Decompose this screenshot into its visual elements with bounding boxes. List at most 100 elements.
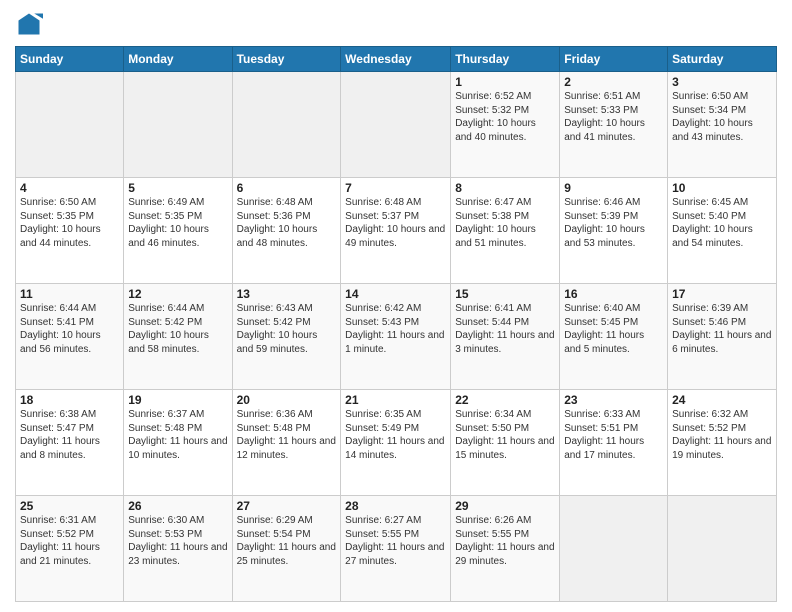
day-info: Sunrise: 6:50 AMSunset: 5:34 PMDaylight:… <box>672 90 772 144</box>
day-info: Sunrise: 6:44 AMSunset: 5:42 PMDaylight:… <box>128 302 227 356</box>
day-info: Sunrise: 6:39 AMSunset: 5:46 PMDaylight:… <box>672 302 772 356</box>
calendar-cell: 11Sunrise: 6:44 AMSunset: 5:41 PMDayligh… <box>16 284 124 390</box>
day-info: Sunrise: 6:33 AMSunset: 5:51 PMDaylight:… <box>564 408 663 462</box>
day-number: 11 <box>20 287 119 301</box>
day-number: 16 <box>564 287 663 301</box>
calendar-day-header: Wednesday <box>341 47 451 72</box>
day-number: 25 <box>20 499 119 513</box>
day-info: Sunrise: 6:42 AMSunset: 5:43 PMDaylight:… <box>345 302 446 356</box>
calendar-cell: 23Sunrise: 6:33 AMSunset: 5:51 PMDayligh… <box>560 390 668 496</box>
calendar-cell: 6Sunrise: 6:48 AMSunset: 5:36 PMDaylight… <box>232 178 341 284</box>
day-number: 21 <box>345 393 446 407</box>
day-number: 22 <box>455 393 555 407</box>
calendar-cell <box>124 72 232 178</box>
calendar-day-header: Sunday <box>16 47 124 72</box>
calendar-cell: 28Sunrise: 6:27 AMSunset: 5:55 PMDayligh… <box>341 496 451 602</box>
day-number: 6 <box>237 181 337 195</box>
calendar-cell <box>560 496 668 602</box>
day-number: 23 <box>564 393 663 407</box>
calendar-cell: 25Sunrise: 6:31 AMSunset: 5:52 PMDayligh… <box>16 496 124 602</box>
day-number: 18 <box>20 393 119 407</box>
calendar-day-header: Tuesday <box>232 47 341 72</box>
day-number: 3 <box>672 75 772 89</box>
day-number: 14 <box>345 287 446 301</box>
day-number: 15 <box>455 287 555 301</box>
calendar-cell: 1Sunrise: 6:52 AMSunset: 5:32 PMDaylight… <box>451 72 560 178</box>
day-info: Sunrise: 6:26 AMSunset: 5:55 PMDaylight:… <box>455 514 555 568</box>
day-number: 2 <box>564 75 663 89</box>
calendar-cell: 8Sunrise: 6:47 AMSunset: 5:38 PMDaylight… <box>451 178 560 284</box>
calendar-cell: 5Sunrise: 6:49 AMSunset: 5:35 PMDaylight… <box>124 178 232 284</box>
day-number: 1 <box>455 75 555 89</box>
calendar-cell: 20Sunrise: 6:36 AMSunset: 5:48 PMDayligh… <box>232 390 341 496</box>
calendar-cell: 9Sunrise: 6:46 AMSunset: 5:39 PMDaylight… <box>560 178 668 284</box>
calendar-day-header: Thursday <box>451 47 560 72</box>
calendar-cell: 10Sunrise: 6:45 AMSunset: 5:40 PMDayligh… <box>668 178 777 284</box>
day-number: 10 <box>672 181 772 195</box>
day-info: Sunrise: 6:41 AMSunset: 5:44 PMDaylight:… <box>455 302 555 356</box>
calendar-day-header: Friday <box>560 47 668 72</box>
calendar-cell: 19Sunrise: 6:37 AMSunset: 5:48 PMDayligh… <box>124 390 232 496</box>
day-info: Sunrise: 6:30 AMSunset: 5:53 PMDaylight:… <box>128 514 227 568</box>
day-info: Sunrise: 6:31 AMSunset: 5:52 PMDaylight:… <box>20 514 119 568</box>
day-info: Sunrise: 6:51 AMSunset: 5:33 PMDaylight:… <box>564 90 663 144</box>
calendar-cell: 13Sunrise: 6:43 AMSunset: 5:42 PMDayligh… <box>232 284 341 390</box>
day-number: 28 <box>345 499 446 513</box>
calendar-cell: 2Sunrise: 6:51 AMSunset: 5:33 PMDaylight… <box>560 72 668 178</box>
day-number: 26 <box>128 499 227 513</box>
day-number: 27 <box>237 499 337 513</box>
day-info: Sunrise: 6:48 AMSunset: 5:37 PMDaylight:… <box>345 196 446 250</box>
calendar-day-header: Saturday <box>668 47 777 72</box>
day-info: Sunrise: 6:29 AMSunset: 5:54 PMDaylight:… <box>237 514 337 568</box>
day-info: Sunrise: 6:46 AMSunset: 5:39 PMDaylight:… <box>564 196 663 250</box>
calendar-cell <box>16 72 124 178</box>
calendar-cell: 18Sunrise: 6:38 AMSunset: 5:47 PMDayligh… <box>16 390 124 496</box>
day-info: Sunrise: 6:36 AMSunset: 5:48 PMDaylight:… <box>237 408 337 462</box>
day-number: 20 <box>237 393 337 407</box>
calendar-cell: 14Sunrise: 6:42 AMSunset: 5:43 PMDayligh… <box>341 284 451 390</box>
day-number: 29 <box>455 499 555 513</box>
logo <box>15 10 47 38</box>
day-number: 7 <box>345 181 446 195</box>
day-info: Sunrise: 6:49 AMSunset: 5:35 PMDaylight:… <box>128 196 227 250</box>
day-info: Sunrise: 6:35 AMSunset: 5:49 PMDaylight:… <box>345 408 446 462</box>
calendar-cell: 27Sunrise: 6:29 AMSunset: 5:54 PMDayligh… <box>232 496 341 602</box>
day-number: 4 <box>20 181 119 195</box>
calendar-cell: 24Sunrise: 6:32 AMSunset: 5:52 PMDayligh… <box>668 390 777 496</box>
calendar-cell: 26Sunrise: 6:30 AMSunset: 5:53 PMDayligh… <box>124 496 232 602</box>
calendar-cell <box>341 72 451 178</box>
calendar-cell: 7Sunrise: 6:48 AMSunset: 5:37 PMDaylight… <box>341 178 451 284</box>
calendar-cell: 22Sunrise: 6:34 AMSunset: 5:50 PMDayligh… <box>451 390 560 496</box>
day-number: 24 <box>672 393 772 407</box>
day-info: Sunrise: 6:43 AMSunset: 5:42 PMDaylight:… <box>237 302 337 356</box>
logo-icon <box>15 10 43 38</box>
day-info: Sunrise: 6:48 AMSunset: 5:36 PMDaylight:… <box>237 196 337 250</box>
day-info: Sunrise: 6:50 AMSunset: 5:35 PMDaylight:… <box>20 196 119 250</box>
day-number: 17 <box>672 287 772 301</box>
day-info: Sunrise: 6:44 AMSunset: 5:41 PMDaylight:… <box>20 302 119 356</box>
calendar-cell: 3Sunrise: 6:50 AMSunset: 5:34 PMDaylight… <box>668 72 777 178</box>
day-info: Sunrise: 6:52 AMSunset: 5:32 PMDaylight:… <box>455 90 555 144</box>
calendar-cell <box>232 72 341 178</box>
calendar-cell: 4Sunrise: 6:50 AMSunset: 5:35 PMDaylight… <box>16 178 124 284</box>
calendar-cell: 29Sunrise: 6:26 AMSunset: 5:55 PMDayligh… <box>451 496 560 602</box>
day-info: Sunrise: 6:32 AMSunset: 5:52 PMDaylight:… <box>672 408 772 462</box>
day-number: 5 <box>128 181 227 195</box>
calendar-cell: 17Sunrise: 6:39 AMSunset: 5:46 PMDayligh… <box>668 284 777 390</box>
day-number: 12 <box>128 287 227 301</box>
calendar-table: SundayMondayTuesdayWednesdayThursdayFrid… <box>15 46 777 602</box>
day-number: 13 <box>237 287 337 301</box>
calendar-cell <box>668 496 777 602</box>
calendar-cell: 15Sunrise: 6:41 AMSunset: 5:44 PMDayligh… <box>451 284 560 390</box>
day-info: Sunrise: 6:40 AMSunset: 5:45 PMDaylight:… <box>564 302 663 356</box>
day-info: Sunrise: 6:47 AMSunset: 5:38 PMDaylight:… <box>455 196 555 250</box>
day-info: Sunrise: 6:34 AMSunset: 5:50 PMDaylight:… <box>455 408 555 462</box>
calendar-cell: 12Sunrise: 6:44 AMSunset: 5:42 PMDayligh… <box>124 284 232 390</box>
day-info: Sunrise: 6:37 AMSunset: 5:48 PMDaylight:… <box>128 408 227 462</box>
day-number: 8 <box>455 181 555 195</box>
day-number: 19 <box>128 393 227 407</box>
day-number: 9 <box>564 181 663 195</box>
calendar-cell: 16Sunrise: 6:40 AMSunset: 5:45 PMDayligh… <box>560 284 668 390</box>
day-info: Sunrise: 6:38 AMSunset: 5:47 PMDaylight:… <box>20 408 119 462</box>
calendar-cell: 21Sunrise: 6:35 AMSunset: 5:49 PMDayligh… <box>341 390 451 496</box>
